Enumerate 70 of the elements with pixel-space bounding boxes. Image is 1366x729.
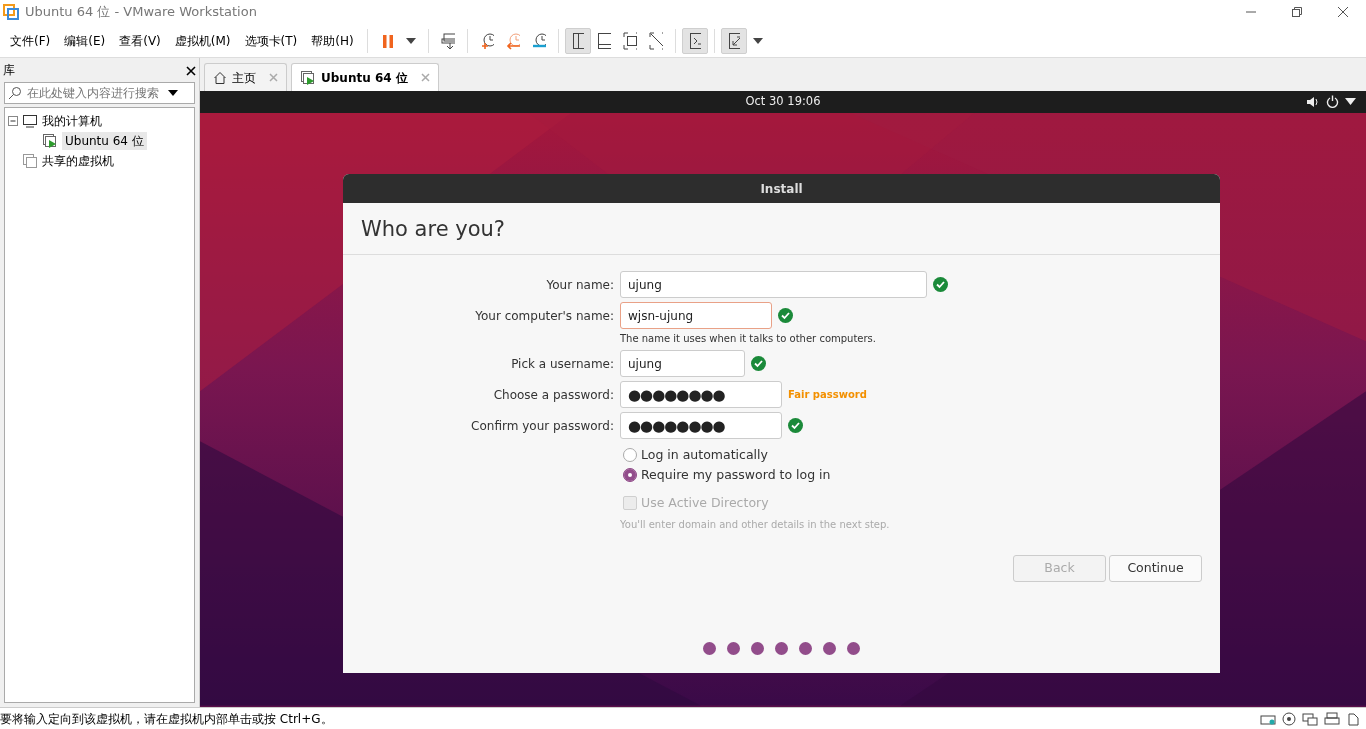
close-icon[interactable] bbox=[1337, 6, 1349, 18]
radio-button[interactable] bbox=[623, 468, 637, 483]
search-field[interactable]: 在此处键入内容进行搜索 bbox=[4, 82, 195, 104]
field-label: Your computer's name: bbox=[474, 307, 614, 325]
field-label: Confirm your password: bbox=[470, 417, 614, 435]
caret-icon[interactable] bbox=[405, 37, 416, 44]
network-icon[interactable] bbox=[1302, 711, 1318, 726]
radio-button[interactable] bbox=[623, 448, 637, 463]
keyboard-arrow-icon bbox=[440, 31, 455, 50]
sidebar-icon bbox=[571, 31, 584, 50]
tree-item[interactable]: 我的计算机 bbox=[42, 112, 102, 130]
menu-item[interactable]: 文件(F) bbox=[3, 31, 58, 50]
input-field[interactable]: ujung bbox=[620, 271, 927, 299]
monitor-icon bbox=[22, 114, 38, 128]
panel-title: 库 bbox=[3, 62, 15, 79]
input-field[interactable]: ●●●●●●●● bbox=[620, 412, 782, 440]
toolbar-button[interactable] bbox=[720, 27, 747, 54]
clock-plus-icon bbox=[479, 31, 494, 50]
menu-item[interactable]: 查看(V) bbox=[112, 31, 168, 50]
input-field[interactable]: wjsn-ujung bbox=[620, 302, 772, 330]
menu-item[interactable]: 虚拟机(M) bbox=[167, 31, 238, 50]
caret-icon[interactable] bbox=[1345, 98, 1356, 105]
caret-icon[interactable] bbox=[752, 37, 763, 44]
menu-item[interactable]: 选项卡(T) bbox=[237, 31, 305, 50]
volume-icon[interactable] bbox=[1306, 95, 1320, 108]
disc-icon[interactable] bbox=[1282, 711, 1296, 726]
vm-play-icon bbox=[42, 133, 58, 149]
close-icon[interactable] bbox=[186, 65, 196, 76]
caret-icon bbox=[168, 90, 178, 96]
clock-wrench-icon bbox=[531, 31, 546, 50]
document-icon[interactable] bbox=[1346, 711, 1360, 726]
window-title: Ubuntu 64 位 - VMware Workstation bbox=[25, 3, 257, 22]
home-icon bbox=[213, 70, 227, 85]
dialog-button[interactable]: Continue bbox=[1109, 555, 1202, 583]
page-heading: Who are you? bbox=[343, 203, 1220, 256]
radio-label[interactable]: Require my password to log in bbox=[641, 465, 831, 485]
field-label: Your name: bbox=[545, 276, 614, 294]
fullscreen-icon bbox=[622, 31, 637, 50]
panel-bottom-icon bbox=[596, 31, 611, 50]
collapse-toggle[interactable] bbox=[8, 116, 18, 126]
input-field[interactable]: ujung bbox=[620, 350, 745, 378]
power-icon[interactable] bbox=[1326, 95, 1339, 108]
clock: Oct 30 19:06 bbox=[745, 93, 821, 111]
tab[interactable]: 主页 bbox=[204, 63, 287, 91]
tree-item[interactable]: Ubuntu 64 位 bbox=[62, 132, 147, 150]
menu-item[interactable]: 编辑(E) bbox=[57, 31, 113, 50]
toolbar-button[interactable] bbox=[564, 27, 591, 54]
toolbar-button[interactable] bbox=[681, 27, 708, 54]
field-label: Pick a username: bbox=[510, 355, 614, 373]
input-field[interactable]: ●●●●●●●● bbox=[620, 381, 782, 409]
strength-label: Fair password bbox=[788, 388, 867, 403]
terminal-icon bbox=[688, 31, 701, 50]
menu-item[interactable]: 帮助(H) bbox=[304, 31, 361, 50]
expand-icon bbox=[727, 31, 740, 50]
search-icon bbox=[8, 86, 22, 100]
vm-play-icon bbox=[300, 69, 316, 86]
note-text: You'll enter domain and other details in the next step. bbox=[620, 518, 891, 533]
restore-icon[interactable] bbox=[1291, 6, 1303, 18]
tab[interactable]: Ubuntu 64 位 bbox=[291, 63, 439, 91]
printer-icon[interactable] bbox=[1324, 711, 1340, 726]
app-logo-icon bbox=[3, 4, 19, 20]
status-message: 要将输入定向到该虚拟机，请在虚拟机内部单击或按 Ctrl+G。 bbox=[0, 710, 333, 728]
hint-text: The name it uses when it talks to other computers. bbox=[620, 332, 877, 347]
tree-item[interactable]: 共享的虚拟机 bbox=[42, 152, 114, 170]
fullscreen-off-icon bbox=[648, 31, 663, 50]
clock-arrow-icon bbox=[505, 31, 520, 50]
radio-label[interactable]: Log in automatically bbox=[641, 445, 768, 465]
vm-stack-icon bbox=[22, 153, 38, 169]
dialog-title: Install bbox=[760, 180, 803, 198]
field-label: Choose a password: bbox=[492, 386, 614, 404]
